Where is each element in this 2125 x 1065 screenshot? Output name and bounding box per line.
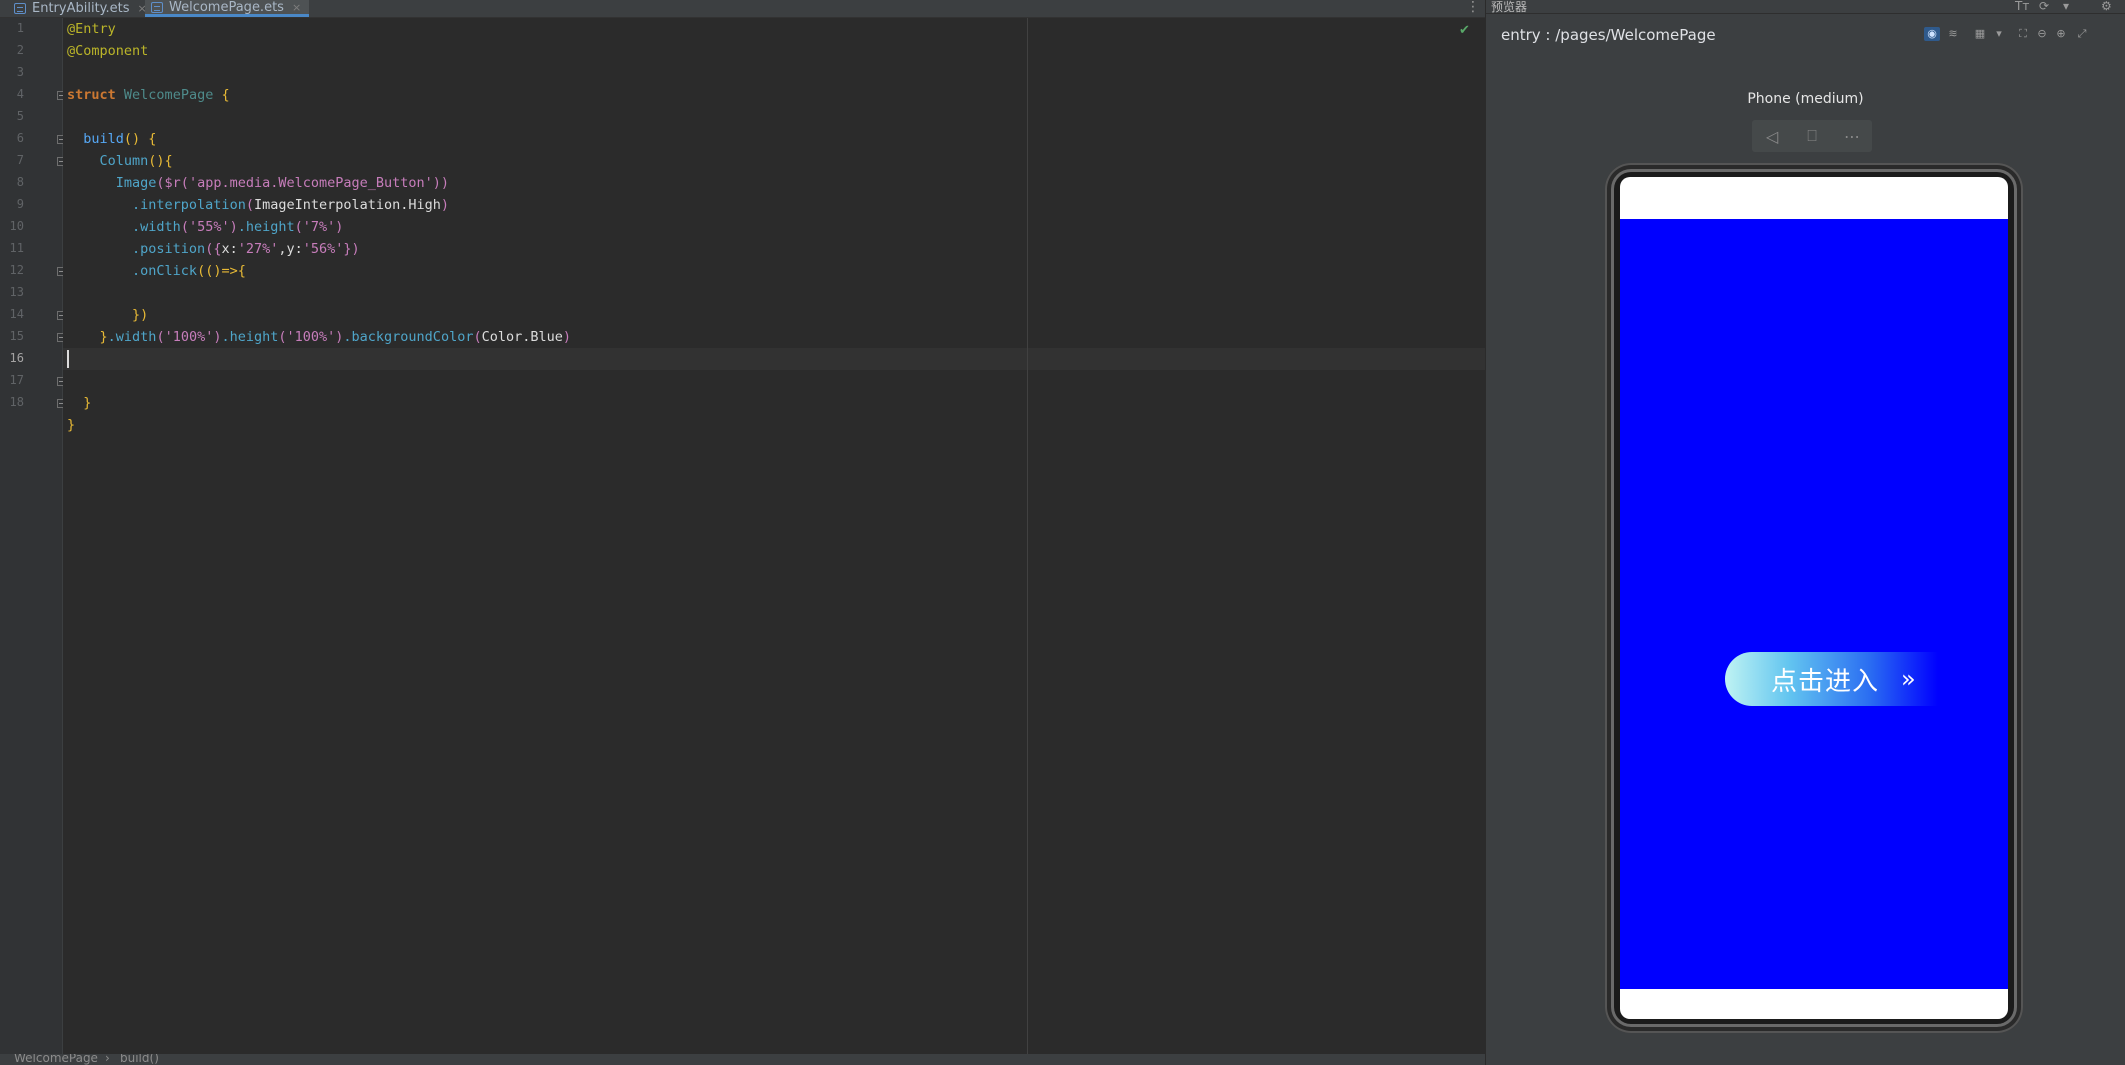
code-line-11: .position({x:'27%',y:'56%'}) bbox=[132, 241, 360, 257]
refresh-icon[interactable]: ⟳ bbox=[2039, 0, 2049, 13]
code-line-14: }) bbox=[132, 307, 149, 323]
previewer-panel: 预览器 Tт ⟳ ▾ ⚙ entry : /pages/WelcomePage … bbox=[1486, 0, 2125, 1065]
tab-label: WelcomePage.ets bbox=[169, 0, 284, 15]
previewer-header: 预览器 Tт ⟳ ▾ ⚙ bbox=[1486, 0, 2125, 14]
breadcrumb-struct[interactable]: WelcomePage bbox=[14, 1054, 98, 1065]
ets-file-icon bbox=[151, 1, 163, 13]
line-number: 1 bbox=[16, 21, 24, 35]
enter-button-label: 点击进入 bbox=[1771, 666, 1880, 697]
device-name: Phone (medium) bbox=[1747, 91, 1864, 107]
code-line-10: .width('55%').height('7%') bbox=[132, 219, 344, 235]
code-line-12: .onClick(()=>{ bbox=[132, 263, 246, 279]
ets-file-icon bbox=[14, 3, 26, 14]
code-line-8: Image($r('app.media.WelcomePage_Button')… bbox=[115, 175, 450, 191]
code-line-15: }.width('100%').height('100%').backgroun… bbox=[99, 329, 572, 345]
breadcrumb-method[interactable]: build() bbox=[120, 1054, 159, 1065]
grid-icon[interactable]: ▦ bbox=[1972, 27, 1988, 41]
double-chevron-right-icon: » bbox=[1901, 665, 1916, 693]
tab-welcomepage[interactable]: WelcomePage.ets × bbox=[145, 0, 310, 17]
more-vertical-icon[interactable]: ⋮ bbox=[1466, 0, 1480, 17]
close-icon[interactable]: × bbox=[292, 1, 301, 14]
code-line-4: struct WelcomePage { bbox=[67, 87, 230, 103]
welcome-page-background bbox=[1620, 219, 2008, 989]
code-line-7: Column(){ bbox=[99, 153, 173, 169]
layers-icon[interactable]: ≋ bbox=[1945, 27, 1961, 41]
preview-page-path: entry : /pages/WelcomePage bbox=[1501, 26, 1716, 44]
current-line-highlight bbox=[63, 348, 1485, 370]
line-number: 8 bbox=[16, 175, 24, 189]
line-number: 14 bbox=[9, 307, 24, 321]
inspector-toggle-icon[interactable]: ◉ bbox=[1924, 27, 1940, 41]
no-problems-check-icon[interactable]: ✔ bbox=[1459, 23, 1470, 38]
code-line-17: } bbox=[83, 395, 92, 411]
line-number: 18 bbox=[9, 395, 24, 409]
line-number: 12 bbox=[9, 263, 24, 277]
previewer-title: 预览器 bbox=[1491, 0, 1528, 14]
code-line-6: build() { bbox=[83, 131, 157, 147]
line-number-current: 16 bbox=[9, 351, 24, 365]
breadcrumb-bar: WelcomePage › build() bbox=[0, 1054, 1485, 1065]
line-number: 7 bbox=[16, 153, 24, 167]
line-number: 6 bbox=[16, 131, 24, 145]
device-toolbar: ◁ ⎕ ⋯ bbox=[1752, 120, 1872, 152]
editor-tab-bar: EntryAbility.ets × WelcomePage.ets × ⋮ bbox=[0, 0, 1485, 18]
code-line-9: .interpolation(ImageInterpolation.High) bbox=[132, 197, 450, 213]
line-number: 13 bbox=[9, 285, 24, 299]
zoom-out-icon[interactable]: ⊖ bbox=[2034, 27, 2050, 41]
line-number: 17 bbox=[9, 373, 24, 387]
enter-button[interactable]: 点击进入 » bbox=[1725, 652, 1938, 706]
code-line-18: } bbox=[67, 417, 76, 433]
line-number: 2 bbox=[16, 43, 24, 57]
code-line-2: @Component bbox=[67, 43, 149, 59]
fit-screen-icon[interactable]: ⛶ bbox=[2015, 27, 2031, 41]
breadcrumb-separator: › bbox=[105, 1054, 110, 1065]
code-line-1: @Entry bbox=[67, 21, 116, 37]
phone-screen[interactable]: 点击进入 » bbox=[1620, 177, 2008, 1019]
rotate-icon[interactable]: ⎕ bbox=[1792, 120, 1832, 152]
line-number: 10 bbox=[9, 219, 24, 233]
expand-icon[interactable]: ⤢ bbox=[2074, 27, 2090, 41]
filter-icon[interactable]: ▾ bbox=[2063, 0, 2069, 13]
line-number: 9 bbox=[16, 197, 24, 211]
line-number: 3 bbox=[16, 65, 24, 79]
text-caret bbox=[67, 350, 69, 368]
gear-icon[interactable]: ⚙ bbox=[2101, 0, 2112, 13]
code-editor[interactable]: @Entry @Component struct WelcomePage { b… bbox=[63, 18, 1485, 1054]
right-margin-guide bbox=[1027, 18, 1028, 1054]
zoom-in-icon[interactable]: ⊕ bbox=[2053, 27, 2069, 41]
line-number: 5 bbox=[16, 109, 24, 123]
more-icon[interactable]: ⋯ bbox=[1832, 120, 1872, 152]
font-size-icon[interactable]: Tт bbox=[2015, 0, 2029, 13]
back-icon[interactable]: ◁ bbox=[1752, 120, 1792, 152]
line-number: 15 bbox=[9, 329, 24, 343]
line-number: 4 bbox=[16, 87, 24, 101]
line-number-gutter: 1 2 3 4 5 6 7 8 9 10 11 12 13 14 15 16 1… bbox=[0, 18, 85, 1054]
tab-entryability[interactable]: EntryAbility.ets × bbox=[8, 0, 155, 17]
chevron-down-icon[interactable]: ▾ bbox=[1991, 27, 2007, 41]
tab-label: EntryAbility.ets bbox=[32, 1, 130, 16]
line-number: 11 bbox=[9, 241, 24, 255]
